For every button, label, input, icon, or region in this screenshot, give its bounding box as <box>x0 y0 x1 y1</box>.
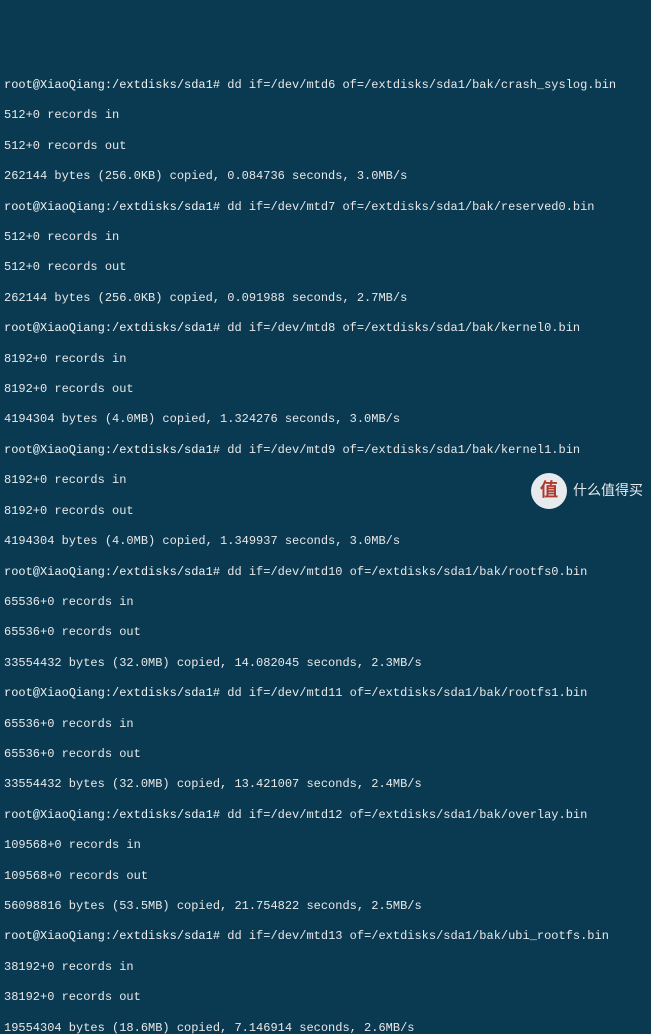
shell-prompt: root@XiaoQiang:/extdisks/sda1# <box>4 929 220 943</box>
cmd-text: dd if=/dev/mtd13 of=/extdisks/sda1/bak/u… <box>227 929 609 943</box>
shell-prompt: root@XiaoQiang:/extdisks/sda1# <box>4 78 220 92</box>
shell-prompt: root@XiaoQiang:/extdisks/sda1# <box>4 443 220 457</box>
output-line: 512+0 records out <box>4 139 647 154</box>
shell-prompt: root@XiaoQiang:/extdisks/sda1# <box>4 808 220 822</box>
output-line: 38192+0 records out <box>4 990 647 1005</box>
terminal-output: root@XiaoQiang:/extdisks/sda1# dd if=/de… <box>0 61 651 1034</box>
cmd-line: root@XiaoQiang:/extdisks/sda1# dd if=/de… <box>4 929 647 944</box>
output-line: 33554432 bytes (32.0MB) copied, 14.08204… <box>4 656 647 671</box>
cmd-line: root@XiaoQiang:/extdisks/sda1# dd if=/de… <box>4 686 647 701</box>
cmd-text: dd if=/dev/mtd8 of=/extdisks/sda1/bak/ke… <box>227 321 580 335</box>
shell-prompt: root@XiaoQiang:/extdisks/sda1# <box>4 686 220 700</box>
output-line: 8192+0 records out <box>4 382 647 397</box>
cmd-text: dd if=/dev/mtd7 of=/extdisks/sda1/bak/re… <box>227 200 594 214</box>
cmd-line: root@XiaoQiang:/extdisks/sda1# dd if=/de… <box>4 78 647 93</box>
cmd-text: dd if=/dev/mtd9 of=/extdisks/sda1/bak/ke… <box>227 443 580 457</box>
cmd-line: root@XiaoQiang:/extdisks/sda1# dd if=/de… <box>4 200 647 215</box>
output-line: 262144 bytes (256.0KB) copied, 0.084736 … <box>4 169 647 184</box>
output-line: 65536+0 records out <box>4 625 647 640</box>
output-line: 4194304 bytes (4.0MB) copied, 1.324276 s… <box>4 412 647 427</box>
output-line: 65536+0 records in <box>4 717 647 732</box>
output-line: 8192+0 records in <box>4 352 647 367</box>
output-line: 512+0 records out <box>4 260 647 275</box>
watermark: 值 什么值得买 <box>531 473 643 509</box>
cmd-line: root@XiaoQiang:/extdisks/sda1# dd if=/de… <box>4 808 647 823</box>
watermark-text: 什么值得买 <box>573 483 643 498</box>
output-line: 262144 bytes (256.0KB) copied, 0.091988 … <box>4 291 647 306</box>
cmd-line: root@XiaoQiang:/extdisks/sda1# dd if=/de… <box>4 321 647 336</box>
cmd-text: dd if=/dev/mtd10 of=/extdisks/sda1/bak/r… <box>227 565 587 579</box>
output-line: 65536+0 records in <box>4 595 647 610</box>
output-line: 65536+0 records out <box>4 747 647 762</box>
output-line: 512+0 records in <box>4 230 647 245</box>
cmd-text: dd if=/dev/mtd6 of=/extdisks/sda1/bak/cr… <box>227 78 616 92</box>
output-line: 109568+0 records in <box>4 838 647 853</box>
shell-prompt: root@XiaoQiang:/extdisks/sda1# <box>4 321 220 335</box>
cmd-text: dd if=/dev/mtd12 of=/extdisks/sda1/bak/o… <box>227 808 587 822</box>
output-line: 109568+0 records out <box>4 869 647 884</box>
watermark-icon: 值 <box>531 473 567 509</box>
output-line: 19554304 bytes (18.6MB) copied, 7.146914… <box>4 1021 647 1034</box>
shell-prompt: root@XiaoQiang:/extdisks/sda1# <box>4 200 220 214</box>
shell-prompt: root@XiaoQiang:/extdisks/sda1# <box>4 565 220 579</box>
output-line: 512+0 records in <box>4 108 647 123</box>
output-line: 4194304 bytes (4.0MB) copied, 1.349937 s… <box>4 534 647 549</box>
cmd-line: root@XiaoQiang:/extdisks/sda1# dd if=/de… <box>4 565 647 580</box>
output-line: 56098816 bytes (53.5MB) copied, 21.75482… <box>4 899 647 914</box>
output-line: 33554432 bytes (32.0MB) copied, 13.42100… <box>4 777 647 792</box>
output-line: 38192+0 records in <box>4 960 647 975</box>
cmd-text: dd if=/dev/mtd11 of=/extdisks/sda1/bak/r… <box>227 686 587 700</box>
cmd-line: root@XiaoQiang:/extdisks/sda1# dd if=/de… <box>4 443 647 458</box>
